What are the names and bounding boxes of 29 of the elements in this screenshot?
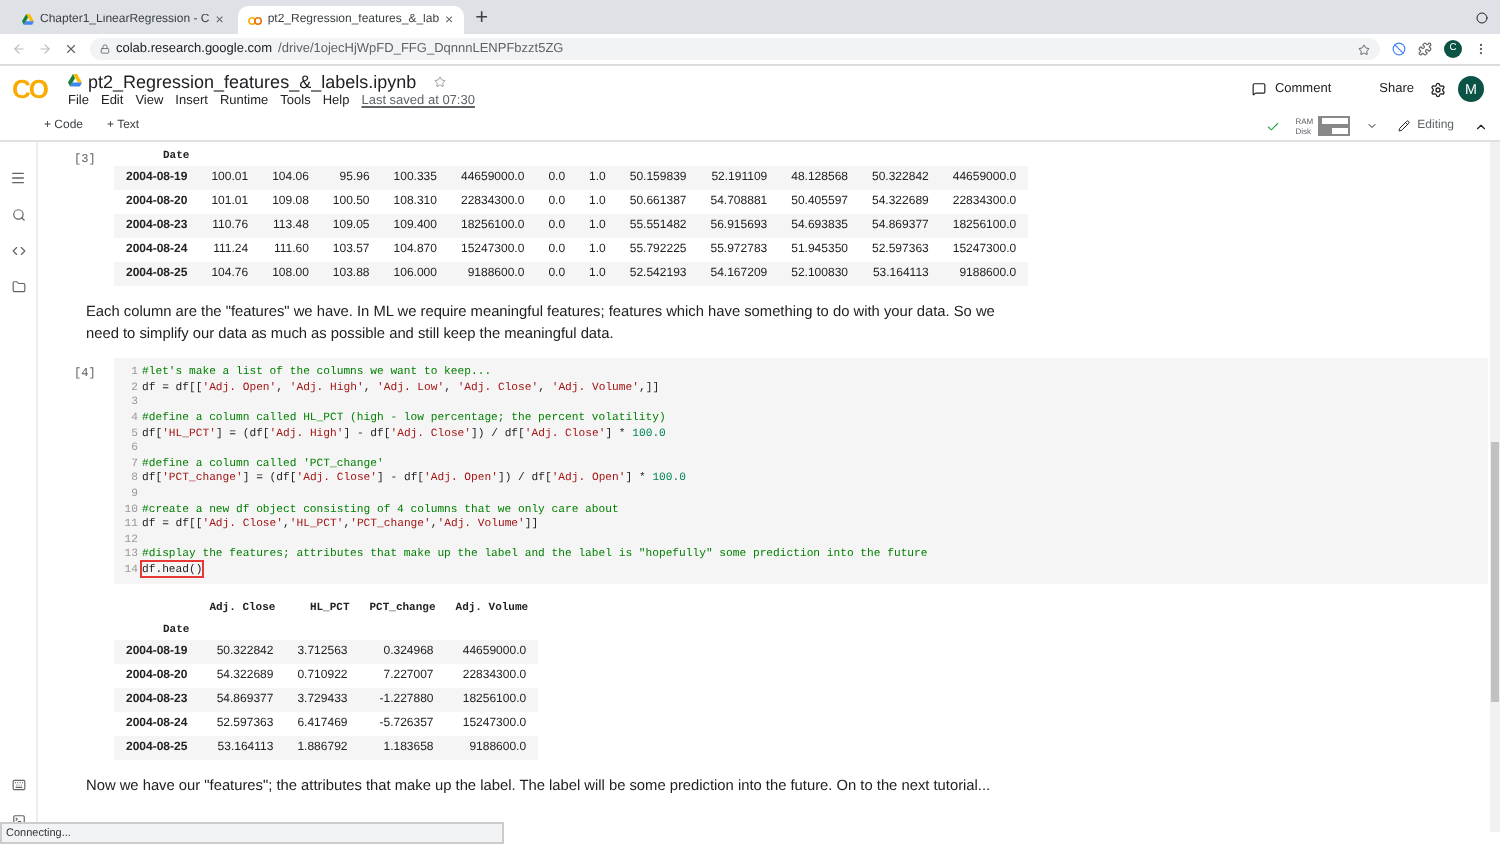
colab-logo: CO [12, 74, 50, 104]
lock-icon [100, 44, 110, 54]
code-icon[interactable] [11, 244, 25, 258]
notebook-title[interactable]: pt2_Regression_features_&_labels.ipynb [88, 71, 417, 91]
settings-icon[interactable] [1430, 81, 1446, 97]
logo-icon [247, 15, 262, 25]
folder-icon[interactable] [11, 280, 25, 294]
pencil-icon [1397, 120, 1410, 132]
blocked-icon[interactable] [1392, 42, 1406, 56]
menu-icon[interactable] [1474, 42, 1488, 56]
code-editor[interactable] [114, 358, 1488, 585]
star-icon[interactable] [434, 75, 447, 87]
puzzle-icon[interactable] [1418, 42, 1432, 56]
disk-meter [1317, 126, 1350, 136]
menu-icon[interactable] [10, 170, 26, 186]
circle-icon[interactable] [1476, 11, 1488, 23]
comment-icon [1252, 82, 1267, 96]
search-icon[interactable] [11, 208, 25, 222]
caret-icon[interactable] [1365, 120, 1378, 132]
triangle-icon [22, 14, 34, 26]
check-icon [1265, 119, 1280, 133]
close-icon[interactable] [64, 42, 78, 56]
triangle-icon [68, 74, 82, 88]
scrollbar[interactable] [1490, 142, 1500, 832]
collapse-icon[interactable] [1474, 119, 1488, 133]
keyboard-icon[interactable] [11, 778, 25, 792]
ram-meter [1317, 116, 1350, 126]
new-tab-button[interactable]: + [475, 5, 489, 29]
star-icon[interactable] [1358, 43, 1370, 55]
